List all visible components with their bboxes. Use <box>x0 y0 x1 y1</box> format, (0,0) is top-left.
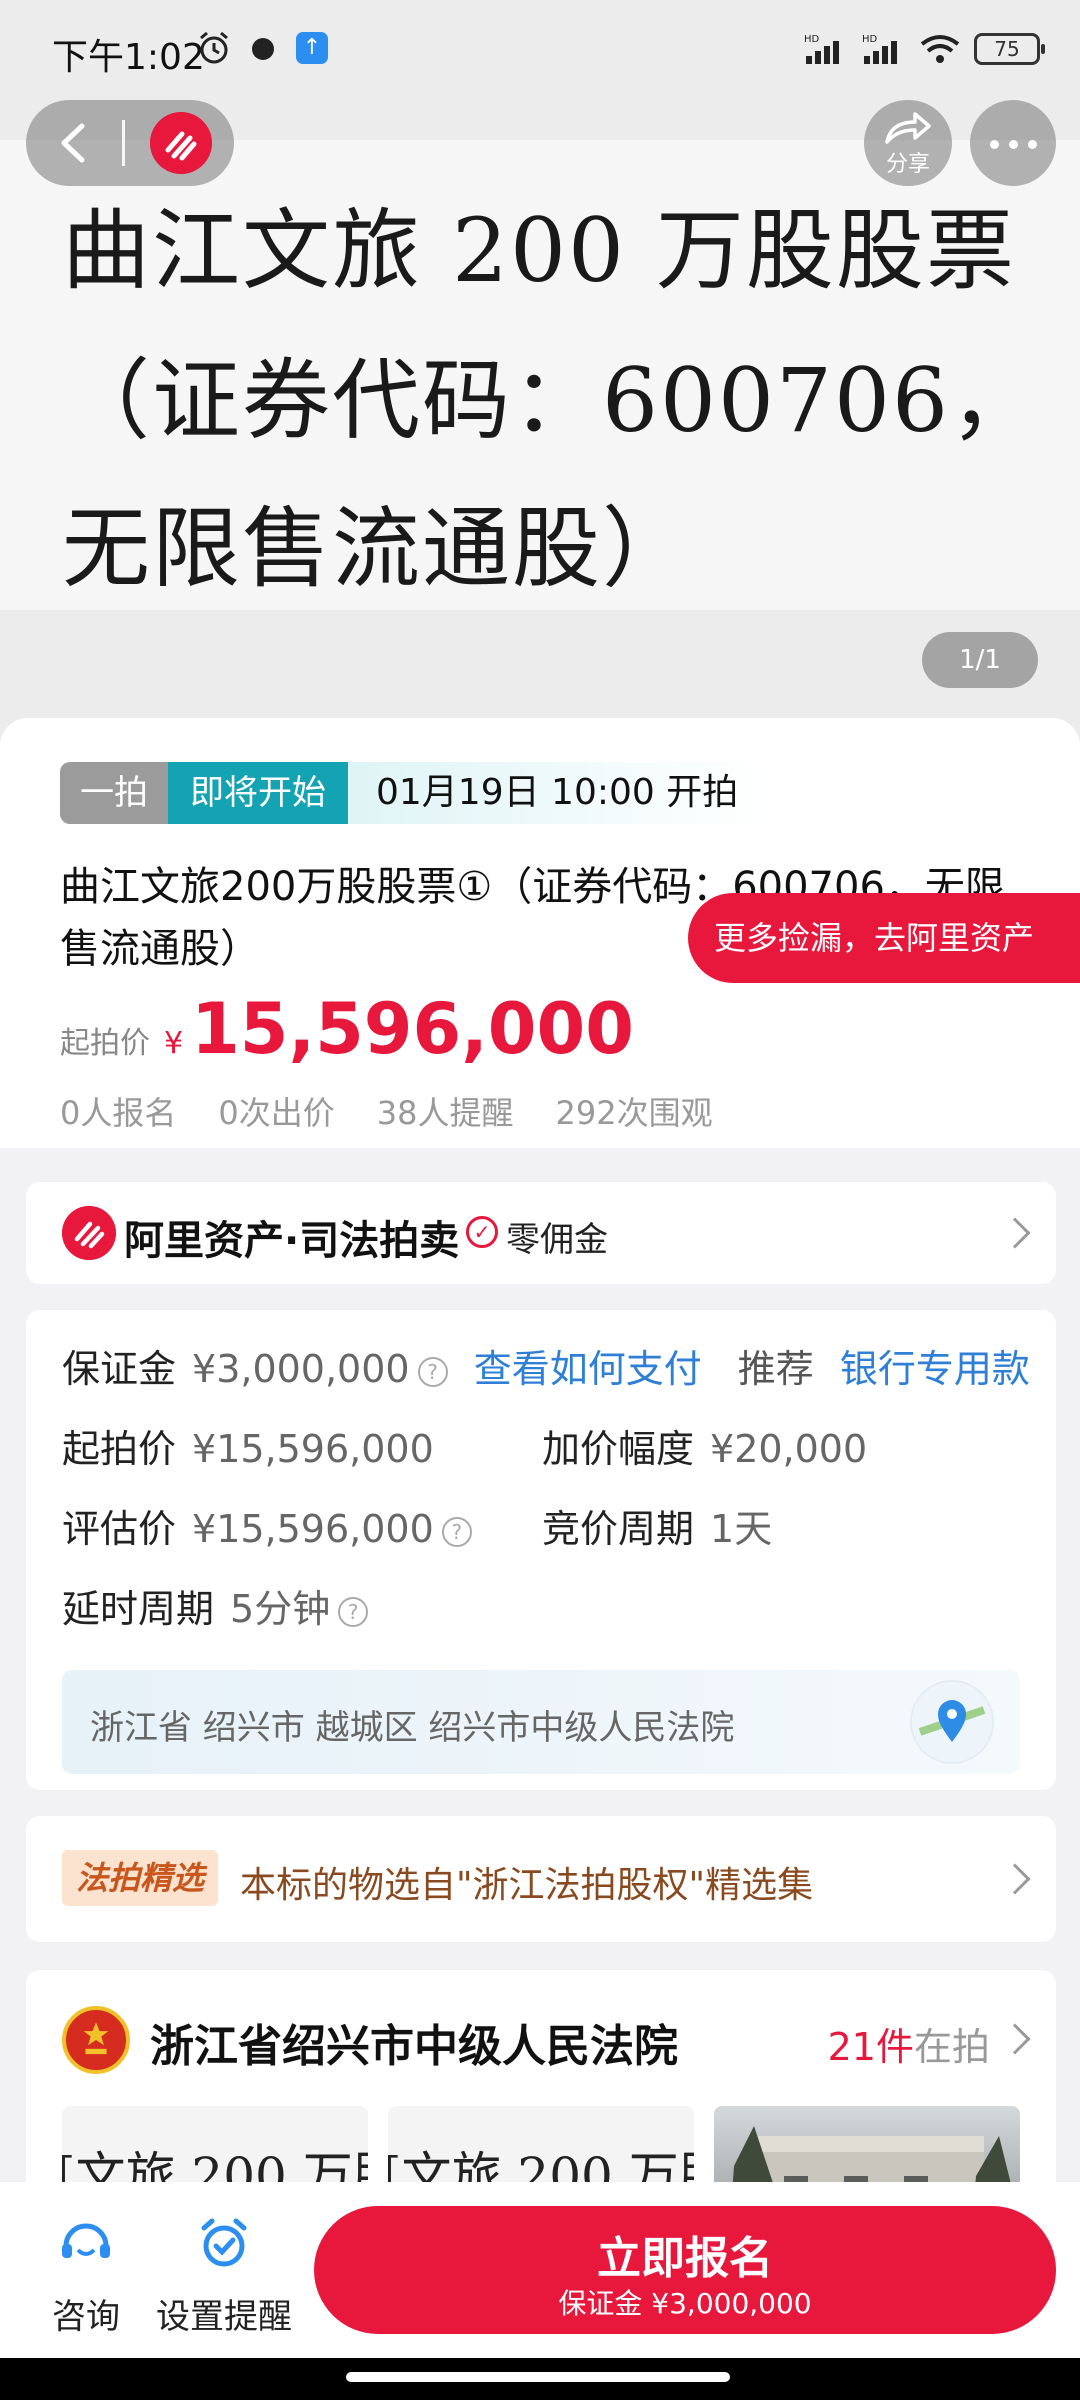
upload-icon: ↑ <box>296 32 328 64</box>
start-price-detail-value: ¥15,596,000 <box>192 1427 434 1471</box>
status-bar: 下午1:02 ↑ HD HD 75 <box>0 0 1080 100</box>
deposit-row: 保证金 ¥3,000,000? 查看如何支付 推荐 银行专用款 <box>62 1338 1030 1393</box>
recommend-label: 推荐 <box>737 1347 814 1391</box>
delay-value: 5分钟 <box>230 1587 331 1631</box>
consult-label: 咨询 <box>52 2297 120 2337</box>
brand-row[interactable]: 阿里资产·司法拍卖 ✓ 零佣金 <box>26 1182 1056 1284</box>
increment-label: 加价幅度 <box>542 1427 695 1471</box>
court-count-number: 21件 <box>827 2025 914 2069</box>
deposit-label: 保证金 <box>62 1347 177 1391</box>
promo-banner-button[interactable]: 更多捡漏，去阿里资产 <box>688 893 1080 983</box>
register-deposit-label: 保证金 ¥3,000,000 <box>558 2287 812 2320</box>
hero-line-1: 曲江文旅 200 万股股票 <box>62 199 1016 302</box>
appraisal-row: 评估价 ¥15,596,000? <box>62 1498 472 1553</box>
more-button[interactable] <box>970 100 1056 186</box>
how-to-pay-link[interactable]: 查看如何支付 <box>474 1347 702 1391</box>
bid-cycle-row: 竞价周期 1天 <box>542 1498 772 1553</box>
map-pin-icon <box>910 1680 994 1764</box>
set-reminder-button[interactable]: 设置提醒 <box>156 2216 292 2338</box>
bank-payment-link[interactable]: 银行专用款 <box>840 1347 1030 1391</box>
increment-row: 加价幅度 ¥20,000 <box>542 1418 867 1473</box>
more-dot-icon <box>990 140 999 149</box>
nav-divider <box>122 120 125 166</box>
court-emblem-icon <box>62 2006 130 2074</box>
home-indicator[interactable] <box>346 2372 730 2382</box>
start-time: 01月19日 10:00 开拍 <box>348 762 767 824</box>
set-reminder-label: 设置提醒 <box>156 2297 292 2337</box>
notification-dot-icon <box>252 38 274 60</box>
start-price-value: 15,596,000 <box>191 988 634 1070</box>
stat-bids: 0次出价 <box>218 1094 335 1132</box>
court-address: 浙江省 绍兴市 越城区 绍兴市中级人民法院 <box>90 1708 735 1748</box>
wifi-icon <box>920 35 960 63</box>
round-tag: 一拍 <box>60 762 168 824</box>
more-dot-icon <box>1028 140 1037 149</box>
deposit-value: ¥3,000,000 <box>192 1347 410 1391</box>
bottom-action-bar: 咨询 设置提醒 立即报名 保证金 ¥3,000,000 <box>0 2182 1080 2358</box>
register-now-button[interactable]: 立即报名 保证金 ¥3,000,000 <box>314 2206 1056 2334</box>
nav-left-group <box>26 100 234 186</box>
more-dot-icon <box>1009 140 1018 149</box>
stat-registrations: 0人报名 <box>60 1094 177 1132</box>
image-counter: 1/1 <box>922 632 1038 688</box>
share-button[interactable]: 分享 <box>864 100 952 186</box>
start-price-detail-row: 起拍价 ¥15,596,000 <box>62 1418 434 1473</box>
register-now-label: 立即报名 <box>597 2233 773 2284</box>
ali-auction-logo-icon[interactable] <box>150 112 212 174</box>
hero-line-3: 无限售流通股） <box>62 497 693 600</box>
brand-name: 阿里资产·司法拍卖 <box>124 1218 460 1264</box>
help-icon[interactable]: ? <box>417 1356 448 1387</box>
start-price-row: 起拍价 ¥ 15,596,000 <box>60 988 634 1070</box>
bid-cycle-value: 1天 <box>710 1507 773 1551</box>
svg-text:HD: HD <box>804 34 820 45</box>
selection-row[interactable]: 法拍精选 本标的物选自"浙江法拍股权"精选集 <box>26 1816 1056 1942</box>
auction-stats: 0人报名 0次出价 38人提醒 292次围观 <box>60 1088 713 1134</box>
back-icon[interactable] <box>40 108 110 178</box>
delay-label: 延时周期 <box>62 1587 215 1631</box>
bid-cycle-label: 竞价周期 <box>542 1507 695 1551</box>
chevron-right-icon <box>999 1217 1031 1249</box>
share-label: 分享 <box>885 152 930 177</box>
help-icon[interactable]: ? <box>338 1596 369 1627</box>
gesture-bar <box>0 2358 1080 2400</box>
start-price-label: 起拍价 <box>60 1026 150 1061</box>
location-map[interactable]: 浙江省 绍兴市 越城区 绍兴市中级人民法院 <box>62 1670 1020 1774</box>
share-icon <box>885 112 931 144</box>
court-count-suffix: 在拍 <box>913 2025 990 2069</box>
stat-reminders: 38人提醒 <box>376 1094 514 1132</box>
chevron-right-icon <box>999 1863 1031 1895</box>
selection-text: 本标的物选自"浙江法拍股权"精选集 <box>240 1865 814 1906</box>
stat-views: 292次围观 <box>555 1094 713 1132</box>
delay-row: 延时周期 5分钟? <box>62 1578 369 1633</box>
help-icon[interactable]: ? <box>441 1516 472 1547</box>
battery-icon: 75 <box>974 33 1045 65</box>
hero-line-2: （证券代码：600706， <box>62 349 1040 452</box>
status-tag: 即将开始 <box>168 762 348 824</box>
alarm-clock-icon <box>201 2218 247 2267</box>
zero-commission-label: 零佣金 <box>506 1220 608 1260</box>
selection-badge: 法拍精选 <box>62 1850 219 1906</box>
increment-value: ¥20,000 <box>710 1427 868 1471</box>
consult-button[interactable]: 咨询 <box>52 2216 120 2338</box>
auction-details-card: 保证金 ¥3,000,000? 查看如何支付 推荐 银行专用款 起拍价 ¥15,59… <box>26 1310 1056 1790</box>
chevron-right-icon <box>999 2023 1031 2055</box>
start-price-detail-label: 起拍价 <box>62 1427 177 1471</box>
appraisal-value: ¥15,596,000 <box>192 1507 434 1551</box>
court-listing-count[interactable]: 21件在拍 <box>828 2016 990 2071</box>
status-time: 下午1:02 <box>52 37 205 78</box>
appraisal-label: 评估价 <box>62 1507 177 1551</box>
auction-tag-row: 一拍 即将开始 01月19日 10:00 开拍 <box>60 762 767 824</box>
svg-text:HD: HD <box>862 34 878 45</box>
signal-icon-2: HD <box>862 34 897 64</box>
chat-support-icon <box>62 2223 110 2258</box>
alarm-icon <box>200 31 228 64</box>
currency-symbol: ¥ <box>164 1026 184 1061</box>
ali-assets-logo-icon <box>62 1206 116 1260</box>
check-circle-icon: ✓ <box>466 1216 498 1248</box>
court-name[interactable]: 浙江省绍兴市中级人民法院 <box>150 2010 678 2074</box>
status-right: HD HD 75 <box>804 28 1045 70</box>
signal-icon: HD <box>804 34 839 64</box>
